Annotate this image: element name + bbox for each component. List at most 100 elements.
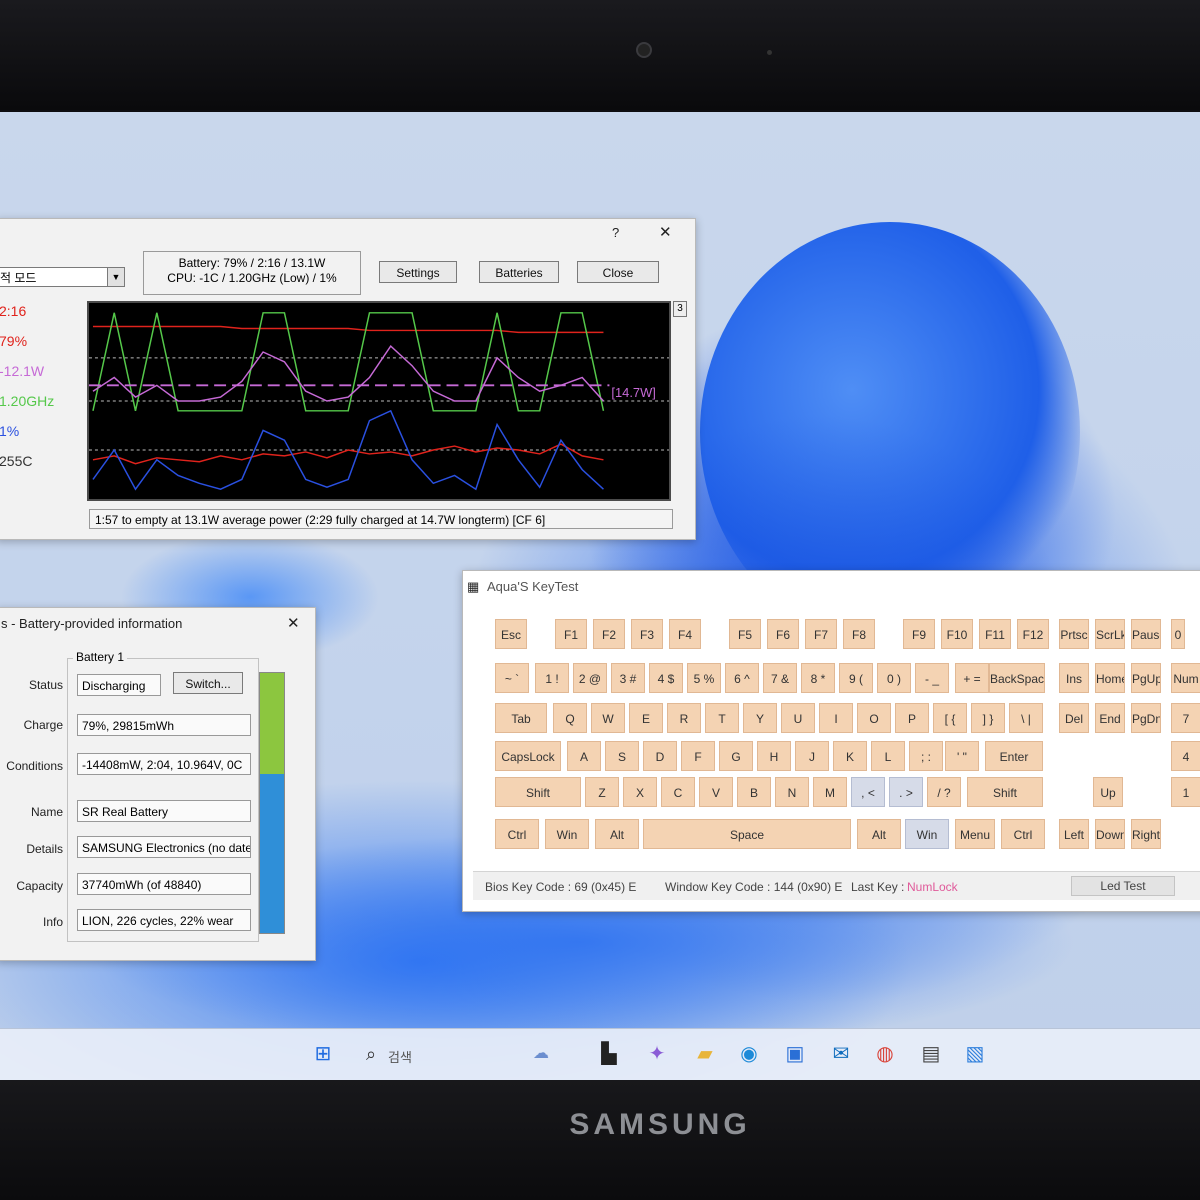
key-s[interactable]: S bbox=[605, 741, 639, 771]
key-f1[interactable]: F1 bbox=[555, 619, 587, 649]
key-f7[interactable]: F7 bbox=[805, 619, 837, 649]
key-4[interactable]: 4 $ bbox=[649, 663, 683, 693]
key-symbol[interactable]: / ? bbox=[927, 777, 961, 807]
key-7[interactable]: 7 bbox=[1171, 703, 1200, 733]
key-symbol[interactable]: - _ bbox=[915, 663, 949, 693]
key-f5[interactable]: F5 bbox=[729, 619, 761, 649]
key-t[interactable]: T bbox=[705, 703, 739, 733]
key-up[interactable]: Up bbox=[1093, 777, 1123, 807]
key-alt[interactable]: Alt bbox=[595, 819, 639, 849]
key-num[interactable]: Num bbox=[1171, 663, 1200, 693]
key-u[interactable]: U bbox=[781, 703, 815, 733]
key-j[interactable]: J bbox=[795, 741, 829, 771]
key-f4[interactable]: F4 bbox=[669, 619, 701, 649]
key-3[interactable]: 3 # bbox=[611, 663, 645, 693]
key-w[interactable]: W bbox=[591, 703, 625, 733]
switch-button[interactable]: Switch... bbox=[173, 672, 243, 694]
key-7[interactable]: 7 & bbox=[763, 663, 797, 693]
search-icon[interactable]: ⌕ bbox=[358, 1041, 384, 1067]
paint-icon[interactable]: ▧ bbox=[962, 1041, 988, 1067]
key-pause[interactable]: Pause bbox=[1131, 619, 1161, 649]
key-c[interactable]: C bbox=[661, 777, 695, 807]
key-q[interactable]: Q bbox=[553, 703, 587, 733]
edge-icon[interactable]: ◉ bbox=[736, 1041, 762, 1067]
key-f10[interactable]: F10 bbox=[941, 619, 973, 649]
outlook-icon[interactable]: ✉ bbox=[828, 1041, 854, 1067]
windows-start-icon[interactable]: ⊞ bbox=[310, 1041, 336, 1067]
key-left[interactable]: Left bbox=[1059, 819, 1089, 849]
close-icon[interactable]: ✕ bbox=[659, 223, 672, 241]
key-backspace[interactable]: BackSpace bbox=[989, 663, 1045, 693]
key-f8[interactable]: F8 bbox=[843, 619, 875, 649]
key-g[interactable]: G bbox=[719, 741, 753, 771]
key-2[interactable]: 2 @ bbox=[573, 663, 607, 693]
key-ctrl[interactable]: Ctrl bbox=[495, 819, 539, 849]
key-f9[interactable]: F9 bbox=[903, 619, 935, 649]
key-f2[interactable]: F2 bbox=[593, 619, 625, 649]
key-shift[interactable]: Shift bbox=[967, 777, 1043, 807]
key-esc[interactable]: Esc bbox=[495, 619, 527, 649]
close-icon[interactable]: ✕ bbox=[287, 614, 300, 632]
key-d[interactable]: D bbox=[643, 741, 677, 771]
notepad-icon[interactable]: ▤ bbox=[918, 1041, 944, 1067]
key-n[interactable]: N bbox=[775, 777, 809, 807]
key-ctrl[interactable]: Ctrl bbox=[1001, 819, 1045, 849]
key-1[interactable]: 1 ! bbox=[535, 663, 569, 693]
key-l[interactable]: L bbox=[871, 741, 905, 771]
key-o[interactable]: O bbox=[857, 703, 891, 733]
key-b[interactable]: B bbox=[737, 777, 771, 807]
key-f12[interactable]: F12 bbox=[1017, 619, 1049, 649]
key-6[interactable]: 6 ^ bbox=[725, 663, 759, 693]
key-del[interactable]: Del bbox=[1059, 703, 1089, 733]
key-home[interactable]: Home bbox=[1095, 663, 1125, 693]
store-icon[interactable]: ▣ bbox=[782, 1041, 808, 1067]
key-m[interactable]: M bbox=[813, 777, 847, 807]
key-capslock[interactable]: CapsLock bbox=[495, 741, 561, 771]
key-win[interactable]: Win bbox=[545, 819, 589, 849]
settings-button[interactable]: Settings bbox=[379, 261, 457, 283]
key-1[interactable]: 1 bbox=[1171, 777, 1200, 807]
key-r[interactable]: R bbox=[667, 703, 701, 733]
key-4[interactable]: 4 bbox=[1171, 741, 1200, 771]
key-pgdn[interactable]: PgDn bbox=[1131, 703, 1161, 733]
help-button[interactable]: ? bbox=[612, 225, 619, 240]
key-f11[interactable]: F11 bbox=[979, 619, 1011, 649]
search-box-text[interactable]: 검색 bbox=[388, 1047, 412, 1066]
chrome-icon[interactable]: ◍ bbox=[872, 1041, 898, 1067]
key-f[interactable]: F bbox=[681, 741, 715, 771]
key-e[interactable]: E bbox=[629, 703, 663, 733]
key-5[interactable]: 5 % bbox=[687, 663, 721, 693]
key-y[interactable]: Y bbox=[743, 703, 777, 733]
key-0[interactable]: 0 bbox=[1171, 619, 1185, 649]
key-enter[interactable]: Enter bbox=[985, 741, 1043, 771]
chevron-down-icon[interactable]: ▼ bbox=[107, 268, 124, 286]
key-symbol[interactable]: . > bbox=[889, 777, 923, 807]
widgets-icon[interactable]: ☁ bbox=[528, 1041, 554, 1067]
task-view-icon[interactable]: ▙ bbox=[596, 1041, 622, 1067]
key-tab[interactable]: Tab bbox=[495, 703, 547, 733]
close-button[interactable]: Close bbox=[577, 261, 659, 283]
key-alt[interactable]: Alt bbox=[857, 819, 901, 849]
led-test-button[interactable]: Led Test bbox=[1071, 876, 1175, 896]
mode-select[interactable]: 적 모드 ▼ bbox=[0, 267, 125, 287]
key-end[interactable]: End bbox=[1095, 703, 1125, 733]
key-a[interactable]: A bbox=[567, 741, 601, 771]
graph-scale-box[interactable]: 3 bbox=[673, 301, 687, 317]
key-x[interactable]: X bbox=[623, 777, 657, 807]
key-down[interactable]: Down bbox=[1095, 819, 1125, 849]
key-symbol[interactable]: , < bbox=[851, 777, 885, 807]
key-i[interactable]: I bbox=[819, 703, 853, 733]
key-z[interactable]: Z bbox=[585, 777, 619, 807]
key-f6[interactable]: F6 bbox=[767, 619, 799, 649]
file-explorer-icon[interactable]: ▰ bbox=[692, 1041, 718, 1067]
batteries-button[interactable]: Batteries bbox=[479, 261, 559, 283]
key-pgup[interactable]: PgUp bbox=[1131, 663, 1161, 693]
key-symbol[interactable]: + = bbox=[955, 663, 989, 693]
key-symbol[interactable]: [ { bbox=[933, 703, 967, 733]
key-prtsc[interactable]: Prtsc bbox=[1059, 619, 1089, 649]
key-shift[interactable]: Shift bbox=[495, 777, 581, 807]
key-8[interactable]: 8 * bbox=[801, 663, 835, 693]
key-space[interactable]: Space bbox=[643, 819, 851, 849]
key-symbol[interactable]: \ | bbox=[1009, 703, 1043, 733]
key-menu[interactable]: Menu bbox=[955, 819, 995, 849]
